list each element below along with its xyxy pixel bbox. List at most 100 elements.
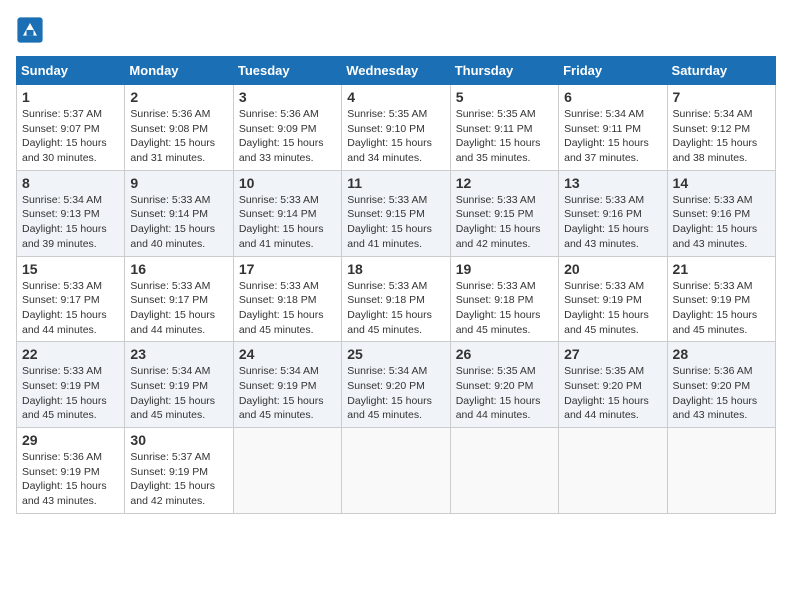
day-info: Sunrise: 5:37 AMSunset: 9:19 PMDaylight:… (130, 450, 227, 509)
day-info: Sunrise: 5:33 AMSunset: 9:16 PMDaylight:… (564, 193, 661, 252)
day-cell: 18 Sunrise: 5:33 AMSunset: 9:18 PMDaylig… (342, 256, 450, 342)
day-info: Sunrise: 5:33 AMSunset: 9:19 PMDaylight:… (673, 279, 770, 338)
day-number: 7 (673, 89, 770, 105)
day-info: Sunrise: 5:34 AMSunset: 9:13 PMDaylight:… (22, 193, 119, 252)
day-info: Sunrise: 5:33 AMSunset: 9:19 PMDaylight:… (22, 364, 119, 423)
day-cell (667, 428, 775, 514)
logo-icon (16, 16, 44, 44)
day-cell: 28 Sunrise: 5:36 AMSunset: 9:20 PMDaylig… (667, 342, 775, 428)
day-number: 3 (239, 89, 336, 105)
day-cell: 24 Sunrise: 5:34 AMSunset: 9:19 PMDaylig… (233, 342, 341, 428)
day-info: Sunrise: 5:34 AMSunset: 9:19 PMDaylight:… (239, 364, 336, 423)
day-info: Sunrise: 5:34 AMSunset: 9:12 PMDaylight:… (673, 107, 770, 166)
day-cell: 6 Sunrise: 5:34 AMSunset: 9:11 PMDayligh… (559, 85, 667, 171)
day-number: 12 (456, 175, 553, 191)
day-info: Sunrise: 5:34 AMSunset: 9:20 PMDaylight:… (347, 364, 444, 423)
day-cell: 30 Sunrise: 5:37 AMSunset: 9:19 PMDaylig… (125, 428, 233, 514)
day-info: Sunrise: 5:36 AMSunset: 9:09 PMDaylight:… (239, 107, 336, 166)
day-cell: 7 Sunrise: 5:34 AMSunset: 9:12 PMDayligh… (667, 85, 775, 171)
day-info: Sunrise: 5:33 AMSunset: 9:17 PMDaylight:… (130, 279, 227, 338)
calendar-header: SundayMondayTuesdayWednesdayThursdayFrid… (17, 57, 776, 85)
day-info: Sunrise: 5:33 AMSunset: 9:18 PMDaylight:… (347, 279, 444, 338)
week-row-3: 15 Sunrise: 5:33 AMSunset: 9:17 PMDaylig… (17, 256, 776, 342)
day-info: Sunrise: 5:33 AMSunset: 9:14 PMDaylight:… (130, 193, 227, 252)
day-cell: 14 Sunrise: 5:33 AMSunset: 9:16 PMDaylig… (667, 170, 775, 256)
day-number: 16 (130, 261, 227, 277)
day-number: 11 (347, 175, 444, 191)
day-info: Sunrise: 5:33 AMSunset: 9:17 PMDaylight:… (22, 279, 119, 338)
day-cell: 22 Sunrise: 5:33 AMSunset: 9:19 PMDaylig… (17, 342, 125, 428)
day-cell: 9 Sunrise: 5:33 AMSunset: 9:14 PMDayligh… (125, 170, 233, 256)
logo (16, 16, 48, 44)
day-number: 26 (456, 346, 553, 362)
col-header-saturday: Saturday (667, 57, 775, 85)
day-number: 17 (239, 261, 336, 277)
calendar-body: 1 Sunrise: 5:37 AMSunset: 9:07 PMDayligh… (17, 85, 776, 514)
week-row-2: 8 Sunrise: 5:34 AMSunset: 9:13 PMDayligh… (17, 170, 776, 256)
day-info: Sunrise: 5:33 AMSunset: 9:15 PMDaylight:… (456, 193, 553, 252)
day-number: 29 (22, 432, 119, 448)
day-info: Sunrise: 5:34 AMSunset: 9:19 PMDaylight:… (130, 364, 227, 423)
day-info: Sunrise: 5:33 AMSunset: 9:18 PMDaylight:… (239, 279, 336, 338)
header-row: SundayMondayTuesdayWednesdayThursdayFrid… (17, 57, 776, 85)
day-info: Sunrise: 5:35 AMSunset: 9:11 PMDaylight:… (456, 107, 553, 166)
day-cell (559, 428, 667, 514)
day-number: 20 (564, 261, 661, 277)
day-info: Sunrise: 5:34 AMSunset: 9:11 PMDaylight:… (564, 107, 661, 166)
day-info: Sunrise: 5:33 AMSunset: 9:15 PMDaylight:… (347, 193, 444, 252)
day-info: Sunrise: 5:37 AMSunset: 9:07 PMDaylight:… (22, 107, 119, 166)
day-cell: 5 Sunrise: 5:35 AMSunset: 9:11 PMDayligh… (450, 85, 558, 171)
day-number: 30 (130, 432, 227, 448)
day-cell: 10 Sunrise: 5:33 AMSunset: 9:14 PMDaylig… (233, 170, 341, 256)
day-number: 18 (347, 261, 444, 277)
day-number: 14 (673, 175, 770, 191)
header (16, 16, 776, 44)
day-cell: 23 Sunrise: 5:34 AMSunset: 9:19 PMDaylig… (125, 342, 233, 428)
col-header-sunday: Sunday (17, 57, 125, 85)
day-number: 1 (22, 89, 119, 105)
col-header-wednesday: Wednesday (342, 57, 450, 85)
day-cell: 21 Sunrise: 5:33 AMSunset: 9:19 PMDaylig… (667, 256, 775, 342)
day-info: Sunrise: 5:35 AMSunset: 9:20 PMDaylight:… (456, 364, 553, 423)
day-cell: 25 Sunrise: 5:34 AMSunset: 9:20 PMDaylig… (342, 342, 450, 428)
week-row-5: 29 Sunrise: 5:36 AMSunset: 9:19 PMDaylig… (17, 428, 776, 514)
calendar: SundayMondayTuesdayWednesdayThursdayFrid… (16, 56, 776, 514)
day-number: 8 (22, 175, 119, 191)
day-cell: 20 Sunrise: 5:33 AMSunset: 9:19 PMDaylig… (559, 256, 667, 342)
day-cell (342, 428, 450, 514)
day-info: Sunrise: 5:33 AMSunset: 9:14 PMDaylight:… (239, 193, 336, 252)
day-cell: 26 Sunrise: 5:35 AMSunset: 9:20 PMDaylig… (450, 342, 558, 428)
col-header-thursday: Thursday (450, 57, 558, 85)
day-cell: 1 Sunrise: 5:37 AMSunset: 9:07 PMDayligh… (17, 85, 125, 171)
day-number: 23 (130, 346, 227, 362)
day-number: 15 (22, 261, 119, 277)
day-cell: 11 Sunrise: 5:33 AMSunset: 9:15 PMDaylig… (342, 170, 450, 256)
day-info: Sunrise: 5:36 AMSunset: 9:20 PMDaylight:… (673, 364, 770, 423)
col-header-friday: Friday (559, 57, 667, 85)
day-number: 21 (673, 261, 770, 277)
day-cell: 29 Sunrise: 5:36 AMSunset: 9:19 PMDaylig… (17, 428, 125, 514)
day-cell: 2 Sunrise: 5:36 AMSunset: 9:08 PMDayligh… (125, 85, 233, 171)
day-info: Sunrise: 5:36 AMSunset: 9:19 PMDaylight:… (22, 450, 119, 509)
day-cell: 12 Sunrise: 5:33 AMSunset: 9:15 PMDaylig… (450, 170, 558, 256)
day-cell: 19 Sunrise: 5:33 AMSunset: 9:18 PMDaylig… (450, 256, 558, 342)
day-cell: 8 Sunrise: 5:34 AMSunset: 9:13 PMDayligh… (17, 170, 125, 256)
day-number: 2 (130, 89, 227, 105)
day-cell: 3 Sunrise: 5:36 AMSunset: 9:09 PMDayligh… (233, 85, 341, 171)
col-header-tuesday: Tuesday (233, 57, 341, 85)
day-number: 22 (22, 346, 119, 362)
day-info: Sunrise: 5:36 AMSunset: 9:08 PMDaylight:… (130, 107, 227, 166)
day-number: 5 (456, 89, 553, 105)
week-row-4: 22 Sunrise: 5:33 AMSunset: 9:19 PMDaylig… (17, 342, 776, 428)
day-number: 4 (347, 89, 444, 105)
day-info: Sunrise: 5:33 AMSunset: 9:18 PMDaylight:… (456, 279, 553, 338)
day-number: 6 (564, 89, 661, 105)
col-header-monday: Monday (125, 57, 233, 85)
day-cell: 15 Sunrise: 5:33 AMSunset: 9:17 PMDaylig… (17, 256, 125, 342)
day-info: Sunrise: 5:35 AMSunset: 9:20 PMDaylight:… (564, 364, 661, 423)
day-cell (450, 428, 558, 514)
day-number: 25 (347, 346, 444, 362)
day-cell: 17 Sunrise: 5:33 AMSunset: 9:18 PMDaylig… (233, 256, 341, 342)
day-info: Sunrise: 5:33 AMSunset: 9:19 PMDaylight:… (564, 279, 661, 338)
day-number: 27 (564, 346, 661, 362)
